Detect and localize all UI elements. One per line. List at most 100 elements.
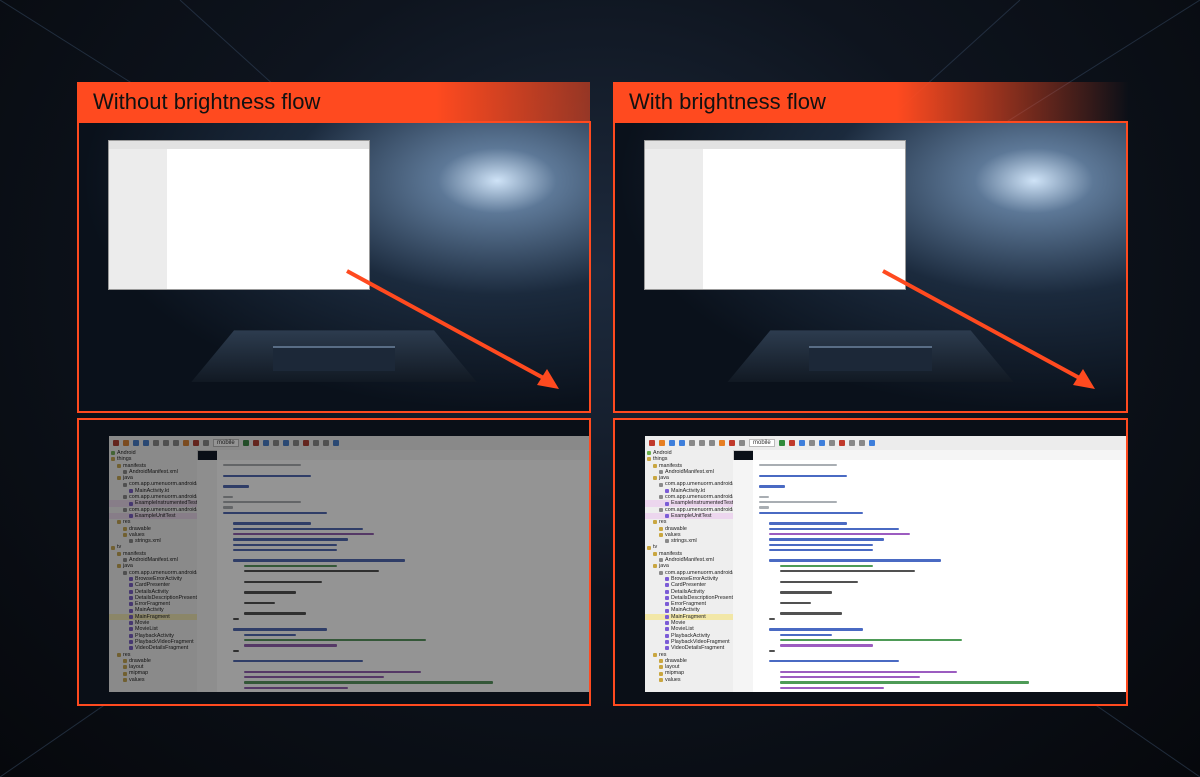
package-icon xyxy=(123,570,127,575)
folder-icon xyxy=(659,665,663,670)
kotlin-file-icon xyxy=(129,488,133,493)
toolbar-button-icon[interactable] xyxy=(808,440,815,446)
toolbar-button-icon[interactable] xyxy=(262,440,269,446)
toolbar-button-icon[interactable] xyxy=(858,440,865,446)
code-line xyxy=(779,686,884,689)
folder-icon xyxy=(117,551,121,556)
kotlin-file-icon xyxy=(665,595,669,600)
package-icon xyxy=(659,482,663,487)
code-line xyxy=(243,670,421,674)
toolbar-button-icon[interactable] xyxy=(123,440,129,446)
toolbar-button-icon[interactable] xyxy=(302,440,309,446)
toolbar-button-icon[interactable] xyxy=(143,440,149,446)
code-line xyxy=(779,570,915,573)
toolbar-button-icon[interactable] xyxy=(838,440,845,446)
kotlin-file-icon xyxy=(665,583,669,588)
code-line xyxy=(769,617,775,621)
kotlin-file-icon xyxy=(129,646,133,651)
toolbar-button-icon[interactable] xyxy=(709,440,715,446)
toolbar-button-icon[interactable] xyxy=(719,440,725,446)
kotlin-file-icon xyxy=(129,595,133,600)
toolbar-button-icon[interactable] xyxy=(699,440,705,446)
toolbar-button-icon[interactable] xyxy=(242,440,249,446)
toolbar-button-icon[interactable] xyxy=(868,440,875,446)
code-editor[interactable] xyxy=(753,460,1126,692)
toolbar-button-icon[interactable] xyxy=(778,440,785,446)
toolbar-button-icon[interactable] xyxy=(203,440,209,446)
folder-icon xyxy=(123,677,127,682)
code-line xyxy=(233,543,338,546)
panel-title-banner: With brightness flow xyxy=(613,82,1129,122)
toolbar-button-icon[interactable] xyxy=(272,440,279,446)
toolbar-button-icon[interactable] xyxy=(689,440,695,446)
toolbar-button-icon[interactable] xyxy=(292,440,299,446)
code-line xyxy=(233,538,348,541)
folder-icon xyxy=(659,533,663,537)
toolbar-button-icon[interactable] xyxy=(729,440,735,446)
toolbar-button-icon[interactable] xyxy=(113,440,119,446)
folder-icon xyxy=(647,457,651,462)
toolbar-button-icon[interactable] xyxy=(798,440,805,446)
toolbar-button-icon[interactable] xyxy=(848,440,855,446)
kotlin-file-icon xyxy=(129,501,133,506)
kotlin-file-icon xyxy=(129,583,133,588)
toolbar-button-icon[interactable] xyxy=(679,440,685,446)
toolbar-button-icon[interactable] xyxy=(649,440,655,446)
run-config-select[interactable]: mobile xyxy=(749,439,775,447)
code-line xyxy=(759,501,837,504)
code-line xyxy=(233,559,405,562)
toolbar-button-icon[interactable] xyxy=(183,440,189,446)
toolbar-button-icon[interactable] xyxy=(788,440,795,446)
folder-icon xyxy=(123,658,127,663)
kotlin-file-icon xyxy=(129,577,133,582)
toolbar-button-icon[interactable] xyxy=(739,440,745,446)
code-line xyxy=(769,527,900,530)
code-line xyxy=(243,591,296,594)
folder-icon xyxy=(111,545,115,550)
package-icon xyxy=(659,570,663,575)
code-line xyxy=(243,638,426,642)
toolbar-button-icon[interactable] xyxy=(193,440,199,446)
folder-icon xyxy=(117,652,121,657)
toolbar-button-icon[interactable] xyxy=(153,440,159,446)
toolbar-button-icon[interactable] xyxy=(252,440,259,446)
run-config-select[interactable]: mobile xyxy=(213,439,239,447)
folder-icon xyxy=(653,476,657,481)
package-icon xyxy=(123,507,127,512)
code-line xyxy=(779,564,874,568)
toolbar-button-icon[interactable] xyxy=(828,440,835,446)
code-line xyxy=(243,601,275,605)
code-line xyxy=(243,686,348,689)
toolbar-button-icon[interactable] xyxy=(282,440,289,446)
project-tree-item[interactable]: values xyxy=(109,677,197,683)
code-editor[interactable] xyxy=(217,460,589,692)
toolbar-button-icon[interactable] xyxy=(163,440,169,446)
kotlin-file-icon xyxy=(665,501,669,506)
toolbar-button-icon[interactable] xyxy=(312,440,319,446)
toolbar-button-icon[interactable] xyxy=(332,440,339,446)
preview-frame xyxy=(77,121,591,413)
folder-icon xyxy=(117,520,121,525)
code-line xyxy=(779,638,962,642)
code-line xyxy=(243,633,296,636)
toolbar-button-icon[interactable] xyxy=(133,440,139,446)
code-line xyxy=(243,681,494,684)
kotlin-file-icon xyxy=(665,514,669,519)
folder-icon xyxy=(653,551,657,556)
project-tree-label: AndroidManifest.xml xyxy=(129,468,178,475)
project-tree-item[interactable]: values xyxy=(645,677,733,683)
code-line xyxy=(779,580,858,583)
toolbar-button-icon[interactable] xyxy=(818,440,825,446)
editor-gutter xyxy=(733,460,754,692)
code-line xyxy=(759,506,770,509)
code-line xyxy=(769,522,848,525)
project-tree: Android things manifests AndroidManifest.xm… xyxy=(645,450,734,692)
code-line xyxy=(769,543,874,546)
android-icon xyxy=(111,451,115,456)
kotlin-file-icon xyxy=(665,602,669,607)
toolbar-button-icon[interactable] xyxy=(322,440,329,446)
toolbar-button-icon[interactable] xyxy=(669,440,675,446)
toolbar-button-icon[interactable] xyxy=(173,440,179,446)
toolbar-button-icon[interactable] xyxy=(659,440,665,446)
file-icon xyxy=(659,470,663,475)
